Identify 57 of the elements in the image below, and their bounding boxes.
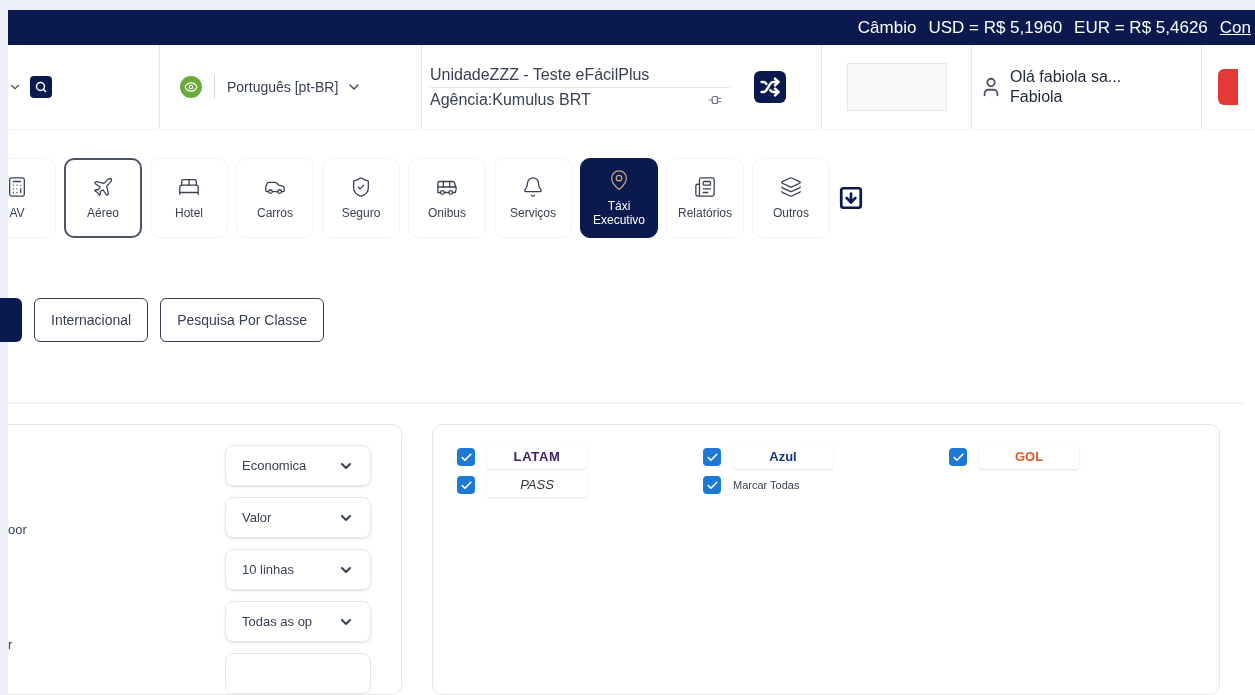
exchange-rate: USD = R$ 5,1960 (928, 16, 1063, 39)
filter-label: r (8, 635, 14, 654)
dropdown-select[interactable]: Valor (225, 497, 371, 538)
shield-check-icon (350, 176, 372, 198)
check-icon (705, 478, 719, 492)
search-type-button[interactable]: Internacional (34, 298, 149, 342)
check-icon (459, 478, 473, 492)
bed-icon (178, 176, 200, 198)
shuffle-icon (760, 77, 780, 97)
airline-logo: LATAM (487, 445, 587, 469)
greeting: Olá fabiola sa... (1010, 67, 1122, 87)
nav-tab[interactable]: Onibus (408, 158, 486, 238)
checkbox[interactable] (949, 448, 967, 466)
dropdown-select[interactable]: 10 linhas (225, 549, 371, 590)
exchange-label: Câmbio (857, 16, 917, 39)
map-pin-icon (608, 169, 630, 191)
search-type-button[interactable]: Pesquisa Por Classe (160, 298, 325, 342)
newspaper-icon (694, 176, 716, 198)
nav-tab[interactable]: Seguro (322, 158, 400, 238)
dropdown-select[interactable]: Todas as op (225, 601, 371, 642)
nav-tab[interactable]: Carros (236, 158, 314, 238)
exchange-rate: EUR = R$ 5,4626 (1074, 16, 1208, 39)
calculator-icon (6, 176, 28, 198)
checkbox[interactable] (457, 476, 475, 494)
app-icon[interactable] (1218, 69, 1238, 105)
layers-icon (780, 176, 802, 198)
nav-tab[interactable]: Relatórios (666, 158, 744, 238)
airline-logo: Azul (733, 445, 833, 469)
user-name: Fabiola (1010, 87, 1064, 107)
checkbox[interactable] (703, 448, 721, 466)
checkbox[interactable] (703, 476, 721, 494)
shuffle-button[interactable] (754, 71, 786, 103)
check-icon (459, 450, 473, 464)
checkbox[interactable] (457, 448, 475, 466)
eye-icon[interactable] (180, 76, 202, 98)
nav-tab[interactable]: Aéreo (64, 158, 142, 238)
nav-tab[interactable]: Serviços (494, 158, 572, 238)
dropdown-select[interactable]: Economica (225, 445, 371, 486)
nav-tab[interactable]: AV (0, 158, 56, 238)
language-select[interactable]: Português [pt-BR] (227, 76, 363, 98)
nav-tab[interactable]: Táxi Executivo (580, 158, 658, 238)
download-icon[interactable] (838, 185, 864, 211)
airline-logo: GOL (979, 445, 1079, 469)
bell-icon (522, 176, 544, 198)
search-icon (35, 81, 47, 93)
nav-tab[interactable]: Outros (752, 158, 830, 238)
check-icon (705, 450, 719, 464)
filter-label: oor (8, 521, 28, 539)
search-button[interactable] (30, 76, 52, 98)
airline-logo: PASS (487, 473, 587, 497)
check-icon (951, 450, 965, 464)
plane-icon (92, 176, 114, 198)
top-link[interactable]: Con (1219, 14, 1251, 41)
checkbox-label: Marcar Todas (733, 477, 800, 493)
agency-name: Agência:Kumulus BRT (430, 89, 591, 110)
nav-tab[interactable]: Hotel (150, 158, 228, 238)
unit-name: UnidadeZZZ - Teste eFácilPlus (430, 64, 651, 85)
